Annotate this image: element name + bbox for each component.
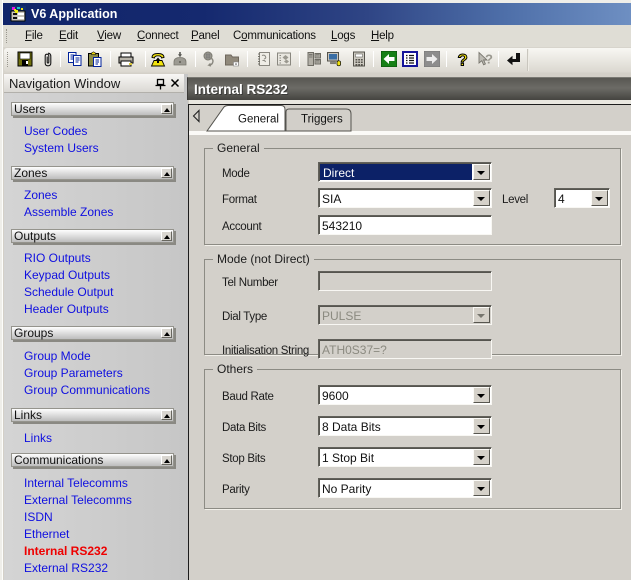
svg-text:?: ? xyxy=(485,52,493,67)
svg-text:General: General xyxy=(238,114,279,126)
svg-text:Triggers: Triggers xyxy=(301,114,343,126)
svg-text:?: ? xyxy=(458,51,468,67)
